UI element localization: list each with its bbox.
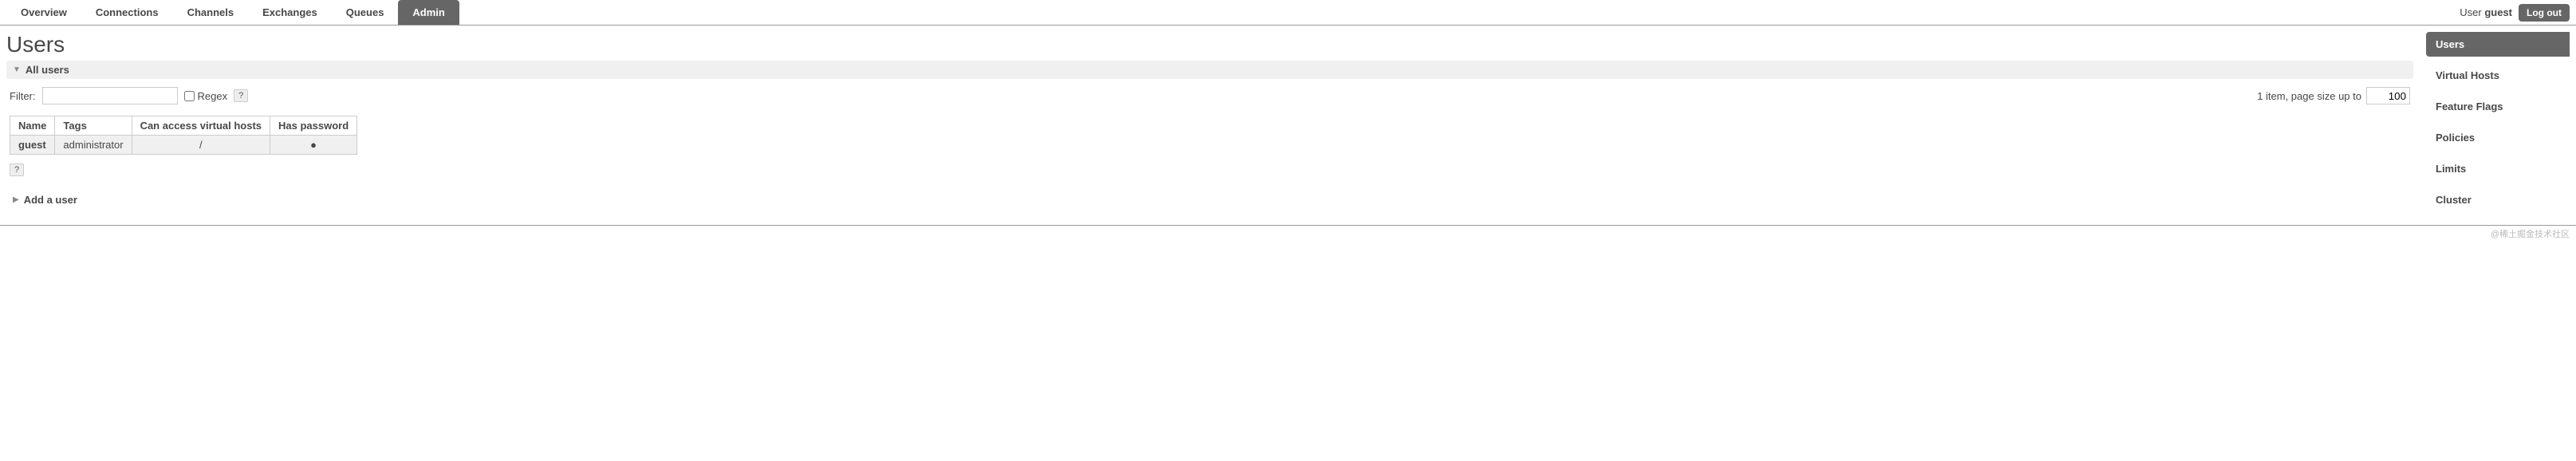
filter-label: Filter: <box>10 90 36 102</box>
pager: 1 item, page size up to <box>2257 87 2410 104</box>
col-tags[interactable]: Tags <box>55 116 132 136</box>
table-row[interactable]: guest administrator / ● <box>10 136 357 155</box>
sidebar-item-cluster[interactable]: Cluster <box>2426 187 2570 212</box>
sidebar-item-virtual-hosts[interactable]: Virtual Hosts <box>2426 63 2570 88</box>
nav-tab-overview[interactable]: Overview <box>6 0 81 25</box>
top-nav: Overview Connections Channels Exchanges … <box>0 0 2576 26</box>
table-help-button[interactable]: ? <box>10 164 24 176</box>
user-info: User guest Log out <box>2460 4 2570 22</box>
nav-tabs: Overview Connections Channels Exchanges … <box>6 0 459 25</box>
cell-name: guest <box>10 136 55 155</box>
section-add-user-header[interactable]: ▶ Add a user <box>6 178 2413 212</box>
user-name: guest <box>2484 6 2512 18</box>
cell-vhosts: / <box>132 136 270 155</box>
regex-label: Regex <box>198 90 228 102</box>
section-all-users-header[interactable]: ▼ All users <box>6 61 2413 79</box>
nav-tab-channels[interactable]: Channels <box>173 0 249 25</box>
regex-checkbox[interactable] <box>184 91 195 101</box>
cell-tags: administrator <box>55 136 132 155</box>
sidebar-item-feature-flags[interactable]: Feature Flags <box>2426 94 2570 119</box>
chevron-down-icon: ▼ <box>13 65 21 74</box>
filter-input[interactable] <box>42 87 178 104</box>
nav-tab-exchanges[interactable]: Exchanges <box>248 0 332 25</box>
nav-tab-queues[interactable]: Queues <box>332 0 399 25</box>
sidebar-item-policies[interactable]: Policies <box>2426 125 2570 150</box>
pager-text: 1 item, page size up to <box>2257 90 2361 102</box>
cell-has-password: ● <box>270 136 357 155</box>
logout-button[interactable]: Log out <box>2519 4 2570 22</box>
user-label: User <box>2460 6 2481 18</box>
col-has-password[interactable]: Has password <box>270 116 357 136</box>
page-size-input[interactable] <box>2366 87 2410 104</box>
admin-sidebar: Users Virtual Hosts Feature Flags Polici… <box>2426 32 2570 219</box>
section-all-users-title: All users <box>26 64 69 76</box>
filter-row: Filter: Regex ? 1 item, page size up to <box>6 79 2413 112</box>
chevron-right-icon: ▶ <box>13 195 19 204</box>
nav-tab-admin[interactable]: Admin <box>398 0 459 25</box>
sidebar-item-users[interactable]: Users <box>2426 32 2570 57</box>
section-add-user-title: Add a user <box>24 194 77 206</box>
nav-tab-connections[interactable]: Connections <box>81 0 173 25</box>
col-name[interactable]: Name <box>10 116 55 136</box>
users-table: Name Tags Can access virtual hosts Has p… <box>10 116 357 155</box>
watermark: @稀土掘金技术社区 <box>0 226 2576 240</box>
page-title: Users <box>6 32 2413 57</box>
col-vhosts[interactable]: Can access virtual hosts <box>132 116 270 136</box>
sidebar-item-limits[interactable]: Limits <box>2426 156 2570 181</box>
regex-help-button[interactable]: ? <box>234 89 248 102</box>
regex-label-wrap: Regex <box>184 90 228 102</box>
